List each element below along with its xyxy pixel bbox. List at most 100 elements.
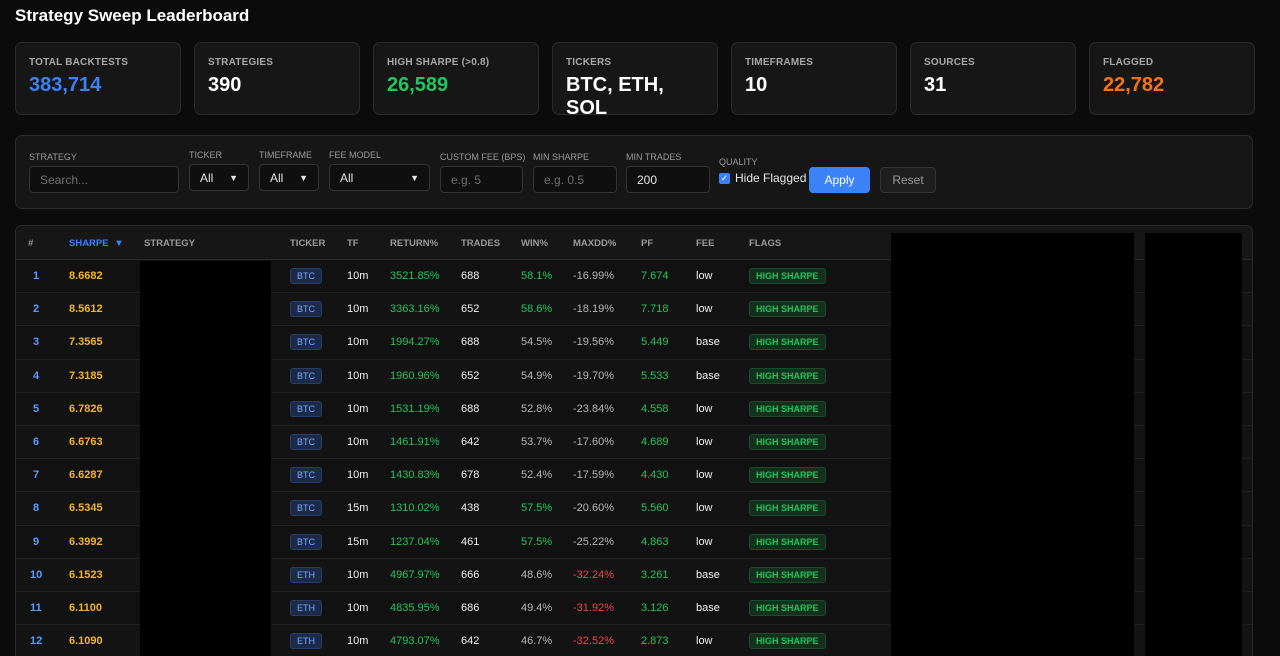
ticker-badge: BTC — [290, 334, 322, 351]
col-maxdd-header[interactable]: MaxDD% — [573, 238, 616, 249]
stat-card: Sources 31 — [910, 42, 1076, 115]
stat-label: Strategies — [208, 57, 274, 68]
profit-factor-cell: 7.718 — [641, 303, 669, 316]
rank-cell: 4 — [33, 369, 40, 382]
return-cell: 1531.19% — [390, 402, 440, 415]
fee-model-select[interactable]: All ▼ — [329, 164, 430, 191]
stat-label: Flagged — [1103, 57, 1154, 68]
rank-cell: 5 — [33, 402, 40, 415]
timeframe-cell: 10m — [347, 336, 369, 349]
min-trades-input[interactable]: 200 — [626, 166, 710, 193]
timeframe-cell: 10m — [347, 635, 369, 648]
sharpe-cell: 8.5612 — [69, 303, 103, 316]
maxdd-cell: -32.52% — [573, 635, 614, 648]
ticker-badge: ETH — [290, 566, 322, 583]
ticker-badge: BTC — [290, 400, 322, 417]
timeframe-select-value: All — [270, 170, 284, 185]
ticker-badge: BTC — [290, 367, 322, 384]
high-sharpe-flag-badge: HIGH SHARPE — [749, 566, 826, 583]
col-strategy-header[interactable]: Strategy — [144, 238, 195, 249]
col-ticker-header[interactable]: Ticker — [290, 238, 325, 249]
rank-cell: 2 — [33, 303, 40, 316]
stat-value: 383,714 — [29, 74, 102, 96]
sharpe-cell: 6.5345 — [69, 502, 103, 515]
maxdd-cell: -16.99% — [573, 270, 614, 282]
stat-card: Tickers BTC, ETH, SOL — [552, 42, 718, 119]
custom-fee-filter: Custom Fee (BPS) e.g. 5 — [440, 152, 525, 193]
rank-cell: 9 — [33, 535, 40, 548]
min-sharpe-input[interactable]: e.g. 0.5 — [533, 166, 617, 193]
strategy-filter: Strategy Search... — [29, 152, 179, 193]
col-rank-header[interactable]: # — [28, 238, 33, 249]
trades-cell: 642 — [461, 635, 480, 648]
win-rate-cell: 54.5% — [521, 336, 553, 349]
col-flags-header[interactable]: Flags — [749, 238, 781, 249]
trades-cell: 678 — [461, 469, 480, 482]
stat-card: Strategies 390 — [194, 42, 360, 115]
col-sharpe-header[interactable]: Sharpe ▼ — [69, 238, 124, 249]
col-trades-header[interactable]: Trades — [461, 238, 500, 249]
col-fee-header[interactable]: Fee — [696, 238, 714, 249]
ticker-badge: BTC — [290, 301, 322, 318]
win-rate-cell: 53.7% — [521, 435, 553, 448]
ticker-badge: ETH — [290, 633, 322, 650]
return-cell: 4835.95% — [390, 601, 440, 614]
stat-label: Total Backtests — [29, 57, 129, 68]
sharpe-cell: 6.6763 — [69, 435, 103, 448]
timeframe-cell: 10m — [347, 270, 369, 282]
fee-cell: base — [696, 568, 720, 581]
win-rate-cell: 52.4% — [521, 469, 553, 482]
ticker-badge: BTC — [290, 433, 322, 450]
quality-filter: Quality ✓ Hide Flagged — [719, 157, 806, 185]
maxdd-cell: -23.84% — [573, 402, 614, 415]
high-sharpe-flag-badge: HIGH SHARPE — [749, 367, 826, 384]
win-rate-cell: 52.8% — [521, 402, 553, 415]
timeframe-cell: 15m — [347, 502, 369, 515]
stat-card: Timeframes 10 — [731, 42, 897, 115]
trades-cell: 438 — [461, 502, 480, 515]
col-sharpe-label: Sharpe — [69, 238, 109, 249]
ticker-select[interactable]: All ▼ — [189, 164, 249, 191]
fee-model-filter-label: Fee Model — [329, 150, 382, 160]
custom-fee-filter-label: Custom Fee (BPS) — [440, 152, 526, 162]
custom-fee-input[interactable]: e.g. 5 — [440, 166, 523, 193]
profit-factor-cell: 4.689 — [641, 435, 669, 448]
timeframe-cell: 10m — [347, 369, 369, 382]
high-sharpe-flag-badge: HIGH SHARPE — [749, 400, 826, 417]
stat-label: Timeframes — [745, 57, 814, 68]
checkbox-checked-icon[interactable]: ✓ — [719, 172, 730, 184]
trades-cell: 666 — [461, 568, 480, 581]
high-sharpe-flag-badge: HIGH SHARPE — [749, 467, 826, 484]
timeframe-cell: 10m — [347, 601, 369, 614]
maxdd-cell: -17.59% — [573, 469, 614, 482]
stat-value: 390 — [208, 74, 242, 96]
sharpe-cell: 7.3185 — [69, 369, 103, 382]
reset-button[interactable]: Reset — [880, 167, 936, 193]
col-win-header[interactable]: Win% — [521, 238, 548, 249]
win-rate-cell: 58.1% — [521, 270, 553, 282]
col-pf-header[interactable]: PF — [641, 238, 653, 249]
stat-label: Tickers — [566, 57, 612, 68]
sharpe-cell: 6.3992 — [69, 535, 103, 548]
maxdd-cell: -17.60% — [573, 435, 614, 448]
strategy-search-input[interactable]: Search... — [29, 166, 179, 193]
high-sharpe-flag-badge: HIGH SHARPE — [749, 433, 826, 450]
maxdd-cell: -19.70% — [573, 369, 614, 382]
apply-button[interactable]: Apply — [809, 167, 870, 193]
fee-cell: low — [696, 635, 713, 648]
col-tf-header[interactable]: TF — [347, 238, 359, 249]
high-sharpe-flag-badge: HIGH SHARPE — [749, 599, 826, 616]
fee-cell: base — [696, 336, 720, 349]
maxdd-cell: -25.22% — [573, 535, 614, 548]
maxdd-cell: -31.92% — [573, 601, 614, 614]
stat-card: Flagged 22,782 — [1089, 42, 1255, 115]
rank-cell: 7 — [33, 469, 40, 482]
col-return-header[interactable]: Return% — [390, 238, 438, 249]
trades-cell: 642 — [461, 435, 480, 448]
timeframe-cell: 10m — [347, 303, 369, 316]
fee-cell: low — [696, 270, 713, 282]
return-cell: 4967.97% — [390, 568, 440, 581]
min-sharpe-filter: Min Sharpe e.g. 0.5 — [533, 152, 617, 193]
hide-flagged-toggle[interactable]: ✓ Hide Flagged — [719, 171, 806, 185]
timeframe-select[interactable]: All ▼ — [259, 164, 319, 191]
